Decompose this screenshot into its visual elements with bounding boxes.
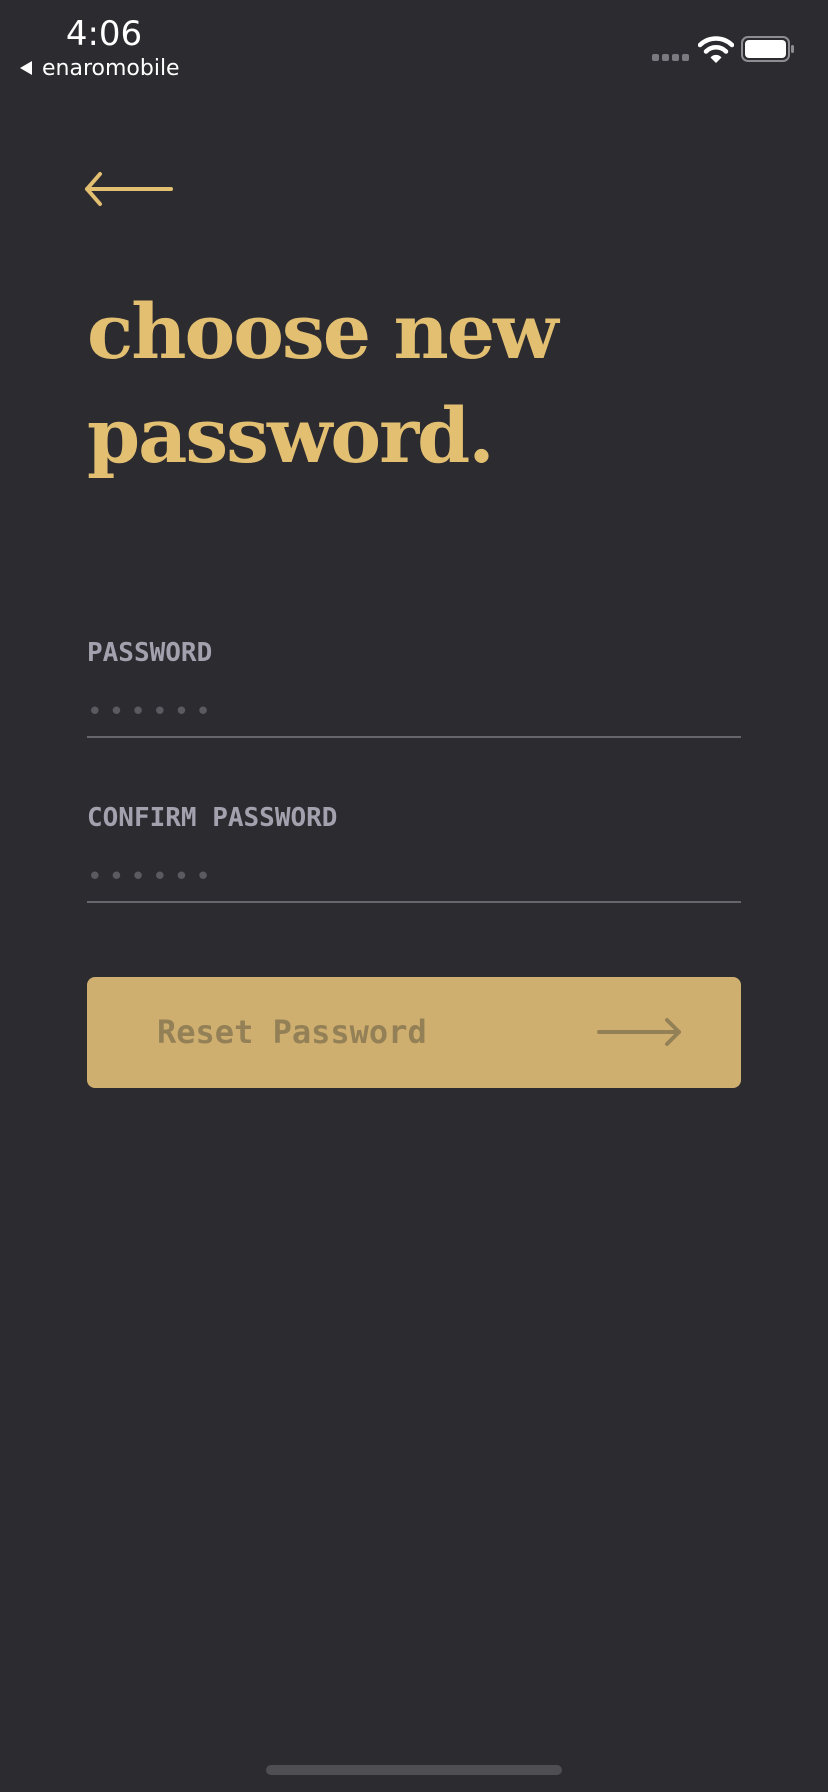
confirm-password-label: CONFIRM PASSWORD — [87, 803, 338, 833]
arrow-right-icon — [597, 1018, 681, 1046]
wifi-icon — [698, 36, 734, 63]
page-title: choose new password. — [87, 287, 559, 480]
status-time: 4:06 — [65, 14, 143, 54]
confirm-password-field[interactable] — [87, 853, 741, 903]
reset-password-label: Reset Password — [157, 1013, 427, 1051]
reset-password-button[interactable]: Reset Password — [87, 977, 741, 1088]
return-to-app-link[interactable]: enaromobile — [20, 54, 180, 82]
password-field[interactable] — [87, 688, 741, 738]
signal-icon — [652, 54, 689, 61]
password-label: PASSWORD — [87, 638, 213, 668]
arrow-left-icon[interactable] — [84, 170, 174, 210]
battery-icon — [741, 36, 794, 62]
return-app-label: enaromobile — [42, 55, 180, 81]
home-indicator[interactable] — [266, 1765, 562, 1775]
back-triangle-icon — [20, 61, 32, 75]
